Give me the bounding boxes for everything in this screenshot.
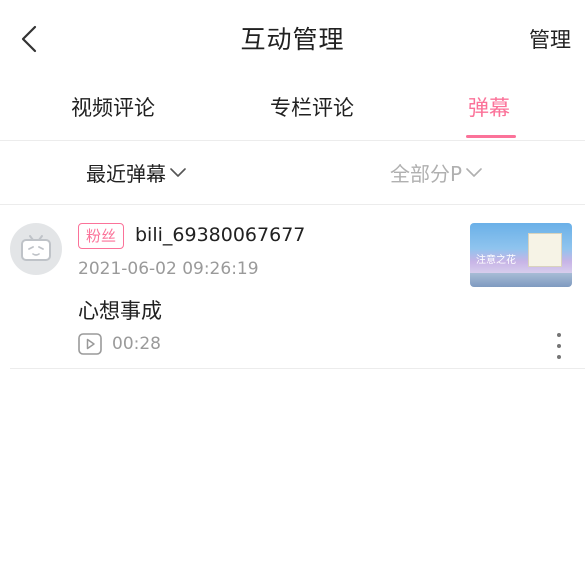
sort-dropdown[interactable]: 最近弹幕 bbox=[86, 158, 186, 187]
video-timestamp: 00:28 bbox=[112, 334, 161, 354]
avatar[interactable] bbox=[10, 223, 62, 275]
page-title: 互动管理 bbox=[240, 25, 345, 54]
thumbnail-ground bbox=[470, 273, 572, 287]
dot-icon bbox=[557, 333, 561, 337]
video-thumbnail[interactable]: 注意之花 bbox=[470, 223, 572, 287]
tab-danmaku[interactable]: 弹幕 bbox=[468, 92, 510, 122]
part-dropdown-label: 全部分P bbox=[390, 162, 463, 186]
username[interactable]: bili_69380067677 bbox=[135, 224, 305, 246]
tab-bar: 视频评论 专栏评论 弹幕 bbox=[0, 80, 585, 140]
tab-article-comments[interactable]: 专栏评论 bbox=[270, 92, 354, 122]
timestamp: 2021-06-02 09:26:19 bbox=[78, 259, 259, 279]
bilibili-tv-icon bbox=[21, 235, 51, 261]
sort-dropdown-label: 最近弹幕 bbox=[86, 162, 166, 186]
thumbnail-caption: 注意之花 bbox=[476, 255, 516, 266]
video-play-icon bbox=[78, 333, 102, 355]
chevron-down-icon bbox=[466, 167, 482, 177]
danmaku-content: 心想事成 bbox=[78, 299, 162, 323]
manage-button[interactable]: 管理 bbox=[529, 24, 571, 54]
chevron-down-icon bbox=[170, 167, 186, 177]
dot-icon bbox=[557, 355, 561, 359]
fan-badge: 粉丝 bbox=[78, 223, 125, 249]
poster-image bbox=[528, 233, 562, 267]
danmaku-list-item: 粉丝 bili_69380067677 2021-06-02 09:26:19 … bbox=[0, 205, 585, 369]
active-tab-indicator bbox=[466, 135, 516, 138]
divider bbox=[0, 140, 585, 141]
tab-video-comments[interactable]: 视频评论 bbox=[71, 92, 155, 122]
part-dropdown[interactable]: 全部分P bbox=[390, 158, 482, 187]
header: 互动管理 管理 bbox=[0, 0, 585, 76]
more-options-button[interactable] bbox=[553, 333, 565, 359]
divider bbox=[10, 368, 585, 369]
dot-icon bbox=[557, 344, 561, 348]
